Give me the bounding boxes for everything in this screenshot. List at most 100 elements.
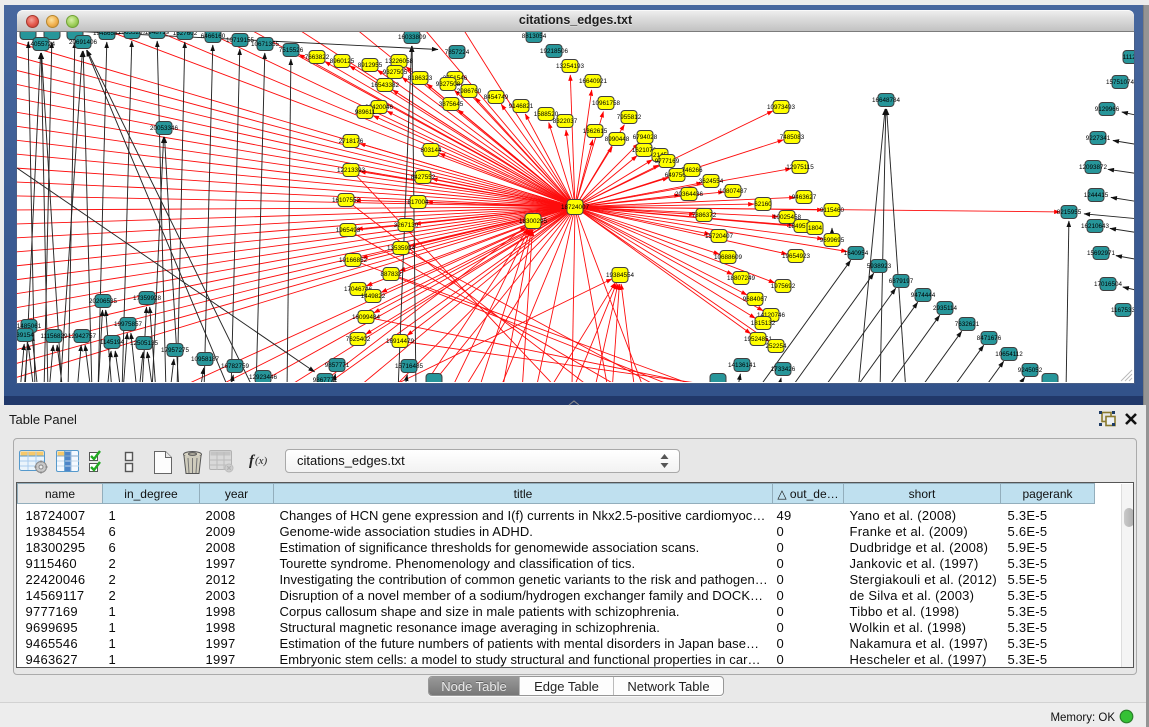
svg-text:9245052: 9245052 (1018, 367, 1043, 374)
svg-text:9146821: 9146821 (509, 103, 534, 110)
svg-text:8471676: 8471676 (977, 335, 1002, 342)
svg-text:19166852: 19166852 (339, 257, 368, 264)
svg-text:7515526: 7515526 (279, 47, 304, 54)
svg-text:13535934: 13535934 (387, 245, 416, 252)
svg-text:13226058: 13226058 (385, 58, 414, 65)
svg-text:18724007: 18724007 (561, 204, 590, 211)
svg-text:16782759: 16782759 (221, 363, 250, 370)
svg-text:1948719: 1948719 (145, 32, 170, 36)
svg-text:1975692: 1975692 (771, 283, 796, 290)
svg-text:8960125: 8960125 (330, 58, 355, 65)
svg-text:12923446: 12923446 (249, 374, 278, 381)
svg-text:16543382: 16543382 (371, 82, 400, 89)
svg-text:8454749: 8454749 (484, 94, 509, 101)
svg-text:803144: 803144 (420, 147, 442, 154)
svg-text:7857224: 7857224 (445, 49, 470, 56)
svg-text:10654112: 10654112 (995, 351, 1023, 358)
svg-text:14055724: 14055724 (27, 41, 56, 48)
svg-text:9115460: 9115460 (820, 207, 845, 214)
svg-text:10961758: 10961758 (592, 100, 621, 107)
svg-text:16648784: 16648784 (872, 97, 901, 104)
svg-text:12093872: 12093872 (1079, 164, 1108, 171)
svg-text:10655287: 10655287 (118, 32, 147, 36)
svg-text:15716485: 15716485 (395, 363, 424, 370)
svg-text:9129966: 9129966 (1095, 106, 1120, 113)
svg-text:6466160: 6466160 (201, 33, 226, 40)
svg-text:1145194: 1145194 (100, 339, 125, 346)
svg-text:19654923: 19654923 (782, 253, 811, 260)
svg-text:18807249: 18807249 (727, 275, 756, 282)
svg-text:9867771: 9867771 (313, 377, 338, 382)
svg-text:62160: 62160 (754, 201, 772, 208)
svg-text:252254: 252254 (765, 343, 787, 350)
svg-text:2986760: 2986760 (457, 88, 482, 95)
svg-text:9699695: 9699695 (820, 237, 845, 244)
svg-text:9857771: 9857771 (325, 362, 350, 369)
svg-text:817004: 817004 (407, 199, 429, 206)
svg-text:1804: 1804 (808, 225, 823, 232)
svg-text:8813054: 8813054 (522, 33, 547, 40)
svg-text:1965493: 1965493 (336, 227, 361, 234)
svg-text:1640954: 1640954 (844, 250, 869, 257)
svg-text:746266: 746266 (681, 167, 703, 174)
svg-text:20691406: 20691406 (69, 39, 98, 46)
svg-text:17359928: 17359928 (133, 295, 162, 302)
svg-text:8186323: 8186323 (408, 75, 433, 82)
svg-text:9227341: 9227341 (1086, 135, 1111, 142)
svg-text:13254193: 13254193 (556, 63, 585, 70)
svg-text:2935114: 2935114 (933, 305, 958, 312)
svg-text:16033809: 16033809 (398, 34, 427, 41)
svg-text:14136141: 14136141 (728, 362, 757, 369)
svg-text:6794028: 6794028 (633, 134, 658, 141)
svg-text:17016504: 17016504 (1094, 281, 1123, 288)
svg-text:8427552: 8427552 (411, 174, 436, 181)
svg-text:1362615: 1362615 (583, 128, 608, 135)
svg-text:7663822: 7663822 (305, 54, 330, 61)
svg-text:1449822: 1449822 (361, 293, 386, 300)
svg-text:9327505: 9327505 (383, 69, 408, 76)
svg-text:16107552: 16107552 (332, 197, 361, 204)
svg-text:16099484: 16099484 (352, 314, 381, 321)
svg-text:887832: 887832 (380, 271, 402, 278)
svg-text:16210643: 16210643 (1081, 223, 1110, 230)
svg-text:1167533: 1167533 (1111, 307, 1134, 314)
svg-text:9327508: 9327508 (436, 81, 461, 88)
svg-text:18300295: 18300295 (519, 218, 548, 225)
svg-text:9777169: 9777169 (655, 158, 680, 165)
svg-text:9684067: 9684067 (743, 296, 768, 303)
svg-text:(x): (x) (255, 455, 268, 467)
svg-text:7955812: 7955812 (617, 114, 642, 121)
svg-text:989611: 989611 (355, 109, 376, 116)
svg-text:17957275: 17957275 (161, 347, 190, 354)
svg-text:1815132: 1815132 (751, 320, 776, 327)
svg-text:1733426: 1733426 (771, 366, 796, 373)
svg-text:1244415: 1244415 (1084, 192, 1109, 199)
svg-text:3875645: 3875645 (439, 101, 464, 108)
svg-text:12942757: 12942757 (68, 333, 97, 340)
svg-text:16640921: 16640921 (579, 78, 608, 85)
svg-text:19384554: 19384554 (606, 272, 635, 279)
svg-text:11125: 11125 (1123, 54, 1134, 61)
svg-text:9463627: 9463627 (792, 194, 817, 201)
svg-text:15720407: 15720407 (705, 233, 734, 240)
svg-text:10958187: 10958187 (191, 356, 220, 363)
svg-text:8215955: 8215955 (1057, 209, 1082, 216)
svg-text:1527602: 1527602 (173, 32, 198, 37)
svg-text:8912955: 8912955 (358, 62, 383, 69)
svg-text:3267130: 3267130 (394, 222, 419, 229)
svg-text:10807487: 10807487 (719, 188, 748, 195)
svg-text:7886372: 7886372 (692, 212, 717, 219)
svg-text:20206535: 20206535 (89, 298, 118, 305)
svg-text:10688609: 10688609 (714, 254, 743, 261)
svg-text:12213393: 12213393 (337, 167, 366, 174)
svg-text:9474444: 9474444 (911, 292, 936, 299)
svg-text:8990448: 8990448 (605, 136, 630, 143)
svg-text:15692971: 15692971 (1087, 250, 1116, 257)
svg-text:10973493: 10973493 (767, 104, 796, 111)
svg-text:39154: 39154 (17, 332, 34, 339)
svg-text:7625402: 7625402 (346, 336, 371, 343)
svg-text:7485083: 7485083 (780, 134, 805, 141)
svg-text:12505135: 12505135 (130, 340, 159, 347)
svg-text:5938923: 5938923 (867, 263, 892, 270)
svg-text:3624554: 3624554 (699, 178, 724, 185)
